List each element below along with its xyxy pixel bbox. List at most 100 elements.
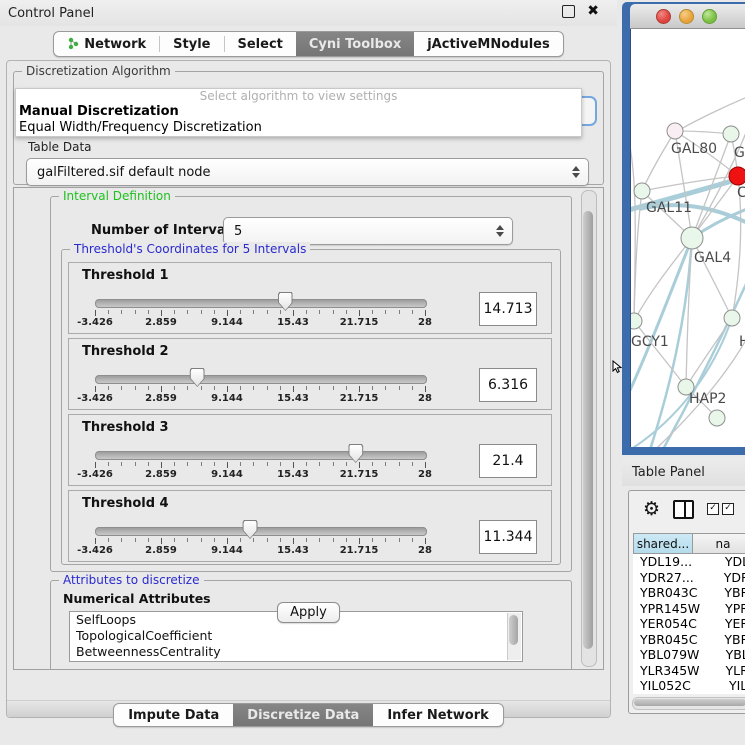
network-node[interactable] bbox=[634, 183, 650, 199]
table-row[interactable]: YBR043CYBR0 bbox=[633, 585, 745, 601]
tab-network-label: Network bbox=[84, 37, 146, 52]
slider-tick-labels: -3.4262.8599.14415.4321.71528 bbox=[95, 393, 425, 405]
scrollbar-thumb[interactable] bbox=[583, 211, 593, 649]
node-label: GA bbox=[734, 145, 745, 161]
window-zoom-icon[interactable] bbox=[702, 9, 717, 24]
threshold-4-label: Threshold 4 bbox=[82, 496, 169, 511]
table-cell: YLR345W bbox=[633, 663, 718, 678]
threshold-1-panel: Threshold 1 -3.4262.8599.14415.4321.7152… bbox=[68, 262, 552, 334]
threshold-2-slider[interactable]: -3.4262.8599.14415.4321.71528 bbox=[95, 373, 425, 403]
tab-discretize-data-label: Discretize Data bbox=[247, 708, 359, 723]
threshold-1-value[interactable]: 14.713 bbox=[479, 292, 537, 326]
network-edge[interactable] bbox=[681, 95, 745, 129]
checkbox-checked-icon: ✓ bbox=[722, 503, 734, 515]
network-node[interactable] bbox=[723, 126, 739, 142]
tab-network[interactable]: Network bbox=[54, 32, 159, 56]
window-close-icon[interactable] bbox=[656, 9, 671, 24]
table-row[interactable]: YBR045CYBR0 bbox=[633, 632, 745, 648]
network-node[interactable] bbox=[667, 123, 683, 139]
tab-jactivemnodules[interactable]: jActiveMNodules bbox=[414, 32, 563, 56]
tab-cyni-toolbox[interactable]: Cyni Toolbox bbox=[296, 32, 414, 56]
number-of-intervals-label: Number of Intervals bbox=[91, 223, 238, 238]
table-row[interactable]: YBL079WYBL0 bbox=[633, 647, 745, 663]
table-row[interactable]: YER054CYER0 bbox=[633, 616, 745, 632]
table-panel-toolbar: ⚙ ✓ ✓ bbox=[629, 491, 745, 527]
scrollbar-thumb[interactable] bbox=[634, 699, 745, 706]
threshold-3-slider[interactable]: -3.4262.8599.14415.4321.71528 bbox=[95, 449, 425, 479]
algorithm-option-equal-width[interactable]: Equal Width/Frequency Discretization bbox=[16, 120, 581, 136]
threshold-4-value[interactable]: 11.344 bbox=[479, 520, 537, 554]
table-cell: YBL079W bbox=[633, 647, 719, 662]
table-data-value: galFiltered.sif default node bbox=[27, 165, 568, 180]
discretization-algorithm-label: Discretization Algorithm bbox=[22, 64, 175, 79]
network-node[interactable] bbox=[709, 410, 725, 426]
slider-tick-labels: -3.4262.8599.14415.4321.71528 bbox=[95, 469, 425, 481]
tab-jactivemnodules-label: jActiveMNodules bbox=[427, 37, 550, 52]
gear-icon[interactable]: ⚙ bbox=[643, 500, 660, 519]
network-edge[interactable] bbox=[686, 238, 692, 387]
threshold-2-value[interactable]: 6.316 bbox=[479, 368, 537, 402]
network-node[interactable] bbox=[729, 167, 745, 185]
slider-handle[interactable] bbox=[190, 368, 205, 387]
window-minimize-icon[interactable] bbox=[679, 9, 694, 24]
settings-vertical-scrollbar[interactable] bbox=[581, 190, 597, 667]
network-node[interactable] bbox=[631, 313, 642, 329]
close-icon[interactable]: ✖ bbox=[587, 6, 599, 17]
threshold-3-value[interactable]: 21.4 bbox=[479, 444, 537, 478]
slider-handle[interactable] bbox=[348, 444, 363, 463]
table-row[interactable]: YLR345WYLR3 bbox=[633, 663, 745, 679]
table-row[interactable]: YDR27...YDR2 bbox=[633, 570, 745, 586]
column-header-shared-name[interactable]: shared... bbox=[633, 533, 693, 554]
select-columns-icons[interactable]: ✓ ✓ bbox=[707, 503, 734, 515]
slider-handle[interactable] bbox=[243, 520, 258, 539]
float-window-icon[interactable] bbox=[562, 5, 575, 18]
tab-discretize-data[interactable]: Discretize Data bbox=[233, 704, 373, 726]
attributes-group-label: Attributes to discretize bbox=[59, 573, 204, 588]
attribute-item[interactable]: BetweennessCentrality bbox=[70, 644, 522, 660]
slider-track bbox=[95, 451, 427, 460]
tab-select[interactable]: Select bbox=[225, 32, 296, 56]
threshold-4-slider[interactable]: -3.4262.8599.14415.4321.71528 bbox=[95, 525, 425, 555]
slider-ticks bbox=[95, 310, 425, 316]
slider-ticks bbox=[95, 538, 425, 544]
threshold-4-panel: Threshold 4 -3.4262.8599.14415.4321.7152… bbox=[68, 490, 552, 562]
number-of-intervals-combobox[interactable]: 5 bbox=[223, 217, 513, 245]
tab-cyni-toolbox-label: Cyni Toolbox bbox=[309, 37, 401, 52]
table-row[interactable]: YPR145WYPR1 bbox=[633, 601, 745, 617]
table-row[interactable]: YIL052CYIL0 bbox=[633, 678, 745, 694]
slider-handle[interactable] bbox=[278, 292, 293, 311]
table-horizontal-scrollbar[interactable] bbox=[632, 697, 745, 710]
thresholds-group: Threshold's Coordinates for 5 Intervals … bbox=[61, 249, 561, 565]
column-header-name[interactable]: na bbox=[693, 533, 745, 554]
table-data-combobox[interactable]: galFiltered.sif default node bbox=[26, 158, 589, 186]
network-edge[interactable] bbox=[642, 131, 675, 191]
apply-button[interactable]: Apply bbox=[277, 602, 340, 623]
tab-style[interactable]: Style bbox=[160, 32, 223, 56]
network-canvas[interactable]: GAL80GACGAL11GAL4GCY1HHAP2 bbox=[631, 29, 745, 447]
node-label: C bbox=[737, 185, 745, 201]
table-panel-title-bar: Table Panel bbox=[622, 458, 745, 486]
tab-infer-network[interactable]: Infer Network bbox=[373, 704, 502, 726]
network-edge[interactable] bbox=[634, 321, 686, 387]
columns-icon[interactable] bbox=[673, 500, 694, 519]
node-label: HAP2 bbox=[689, 391, 726, 407]
network-node[interactable] bbox=[681, 227, 703, 249]
slider-track bbox=[95, 299, 427, 308]
network-edge[interactable] bbox=[686, 318, 732, 387]
network-canvas-area[interactable]: GAL80GACGAL11GAL4GCY1HHAP2 bbox=[630, 29, 745, 447]
algorithm-placeholder: Select algorithm to view settings bbox=[16, 89, 581, 104]
settings-scroll-panel: Interval Definition Number of Intervals … bbox=[13, 187, 604, 670]
algorithm-option-manual[interactable]: Manual Discretization bbox=[16, 104, 581, 120]
tab-impute-data[interactable]: Impute Data bbox=[114, 704, 233, 726]
interval-definition-group: Interval Definition Number of Intervals … bbox=[50, 196, 572, 572]
table-panel-title: Table Panel bbox=[632, 465, 705, 480]
table-row[interactable]: YDL19...YDL1 bbox=[633, 554, 745, 570]
algorithm-dropdown-popup: Select algorithm to view settings Manual… bbox=[15, 88, 582, 137]
network-node[interactable] bbox=[724, 310, 740, 326]
threshold-1-slider[interactable]: -3.4262.8599.14415.4321.71528 bbox=[95, 297, 425, 327]
attribute-item[interactable]: TopologicalCoefficient bbox=[70, 628, 522, 644]
threshold-3-panel: Threshold 3 -3.4262.8599.14415.4321.7152… bbox=[68, 414, 552, 486]
node-label: GCY1 bbox=[631, 334, 669, 350]
tab-style-label: Style bbox=[173, 37, 210, 52]
tab-select-label: Select bbox=[238, 37, 283, 52]
